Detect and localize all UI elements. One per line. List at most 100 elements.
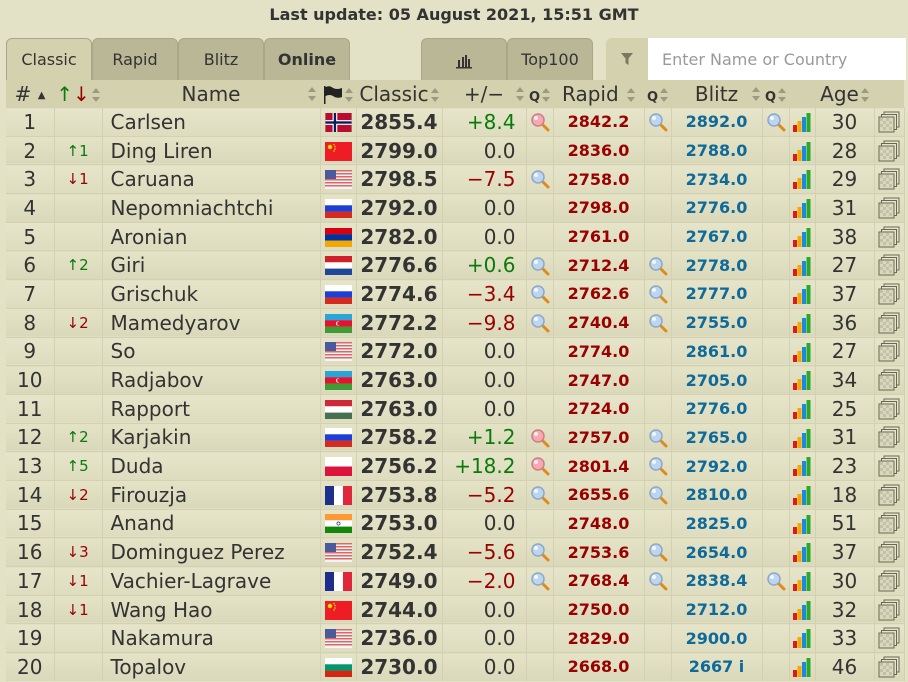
classic-games-cell[interactable] xyxy=(526,250,554,280)
player-name-link[interactable]: Rapport xyxy=(111,397,190,421)
magnifier-icon[interactable] xyxy=(648,428,668,448)
player-name[interactable]: Duda xyxy=(102,451,321,481)
chessboard-icon[interactable] xyxy=(878,455,900,477)
rating-chart-icon[interactable] xyxy=(792,169,812,190)
rating-chart-icon[interactable] xyxy=(792,628,812,649)
magnifier-icon[interactable] xyxy=(530,571,550,591)
rating-chart-icon[interactable] xyxy=(792,141,812,161)
table-row[interactable]: 8 ↓2 Mamedyarov 2772.2 −9.8 2740.4 2755.0 36 xyxy=(6,307,905,337)
rapid-header[interactable]: Rapid xyxy=(553,80,644,108)
name-header[interactable]: Name xyxy=(102,80,320,108)
chessboard-icon[interactable] xyxy=(878,484,900,506)
player-name[interactable]: Mamedyarov xyxy=(102,307,321,337)
player-name-link[interactable]: Topalov xyxy=(111,655,187,679)
player-name-link[interactable]: Duda xyxy=(111,454,164,478)
rapid-games-cell[interactable] xyxy=(644,307,672,337)
stats-cell[interactable] xyxy=(789,193,816,223)
player-name[interactable]: Topalov xyxy=(102,652,321,681)
chessboard-icon[interactable] xyxy=(878,197,900,219)
player-name-link[interactable]: Vachier-Lagrave xyxy=(111,569,272,593)
player-name-link[interactable]: Dominguez Perez xyxy=(111,540,285,564)
tab-classic[interactable]: Classic xyxy=(6,38,92,80)
stats-cell[interactable] xyxy=(789,107,816,137)
table-row[interactable]: 1 Carlsen 2855.4 +8.4 2842.2 2892.0 30 xyxy=(6,107,905,137)
player-name-link[interactable]: Anand xyxy=(111,511,175,535)
magnifier-icon[interactable] xyxy=(766,112,786,132)
player-name[interactable]: Wang Hao xyxy=(102,594,321,624)
table-row[interactable]: 6 ↑2 Giri 2776.6 +0.6 2712.4 2778.0 27 xyxy=(6,250,905,280)
classic-games-header[interactable]: Q xyxy=(526,80,553,108)
classic-header[interactable]: Classic xyxy=(356,80,442,108)
player-name-link[interactable]: Karjakin xyxy=(111,425,192,449)
rapid-games-cell[interactable] xyxy=(644,107,672,137)
stats-cell[interactable] xyxy=(789,164,816,194)
table-row[interactable]: 17 ↓1 Vachier-Lagrave 2749.0 −2.0 2768.4 2838.… xyxy=(6,566,905,596)
player-name[interactable]: Firouzja xyxy=(102,479,321,510)
magnifier-icon[interactable] xyxy=(530,256,550,276)
classic-games-cell[interactable] xyxy=(526,422,554,452)
classic-games-cell[interactable] xyxy=(526,566,554,596)
rating-chart-icon[interactable] xyxy=(792,428,812,448)
player-name[interactable]: Rapport xyxy=(102,393,321,424)
player-name-link[interactable]: Carlsen xyxy=(111,110,186,134)
chessboard-icon[interactable] xyxy=(878,512,900,534)
classic-games-cell[interactable] xyxy=(526,451,554,481)
magnifier-icon[interactable] xyxy=(648,456,668,476)
player-name[interactable]: Aronian xyxy=(102,221,321,251)
games-cell[interactable] xyxy=(874,537,905,567)
magnifier-icon[interactable] xyxy=(648,112,668,132)
games-cell[interactable] xyxy=(874,566,905,596)
rating-chart-icon[interactable] xyxy=(792,571,812,592)
magnifier-icon[interactable] xyxy=(648,256,668,276)
stats-cell[interactable] xyxy=(789,451,816,481)
rating-chart-icon[interactable] xyxy=(792,399,812,419)
games-cell[interactable] xyxy=(874,164,905,194)
filter-button[interactable] xyxy=(606,38,648,80)
games-cell[interactable] xyxy=(874,107,905,137)
rating-chart-icon[interactable] xyxy=(792,227,812,247)
player-name[interactable]: Karjakin xyxy=(102,422,321,452)
rating-chart-icon[interactable] xyxy=(792,657,812,678)
rating-chart-icon[interactable] xyxy=(792,542,812,563)
rating-chart-icon[interactable] xyxy=(792,198,812,219)
search-input[interactable] xyxy=(648,38,906,80)
blitz-games-header[interactable]: Q xyxy=(762,80,789,108)
player-name[interactable]: Vachier-Lagrave xyxy=(102,566,321,596)
table-row[interactable]: 14 ↓2 Firouzja 2753.8 −5.2 2655.6 2810.0 18 xyxy=(6,479,905,510)
chessboard-icon[interactable] xyxy=(878,369,900,391)
rapid-games-cell[interactable] xyxy=(644,451,672,481)
blitz-games-cell[interactable] xyxy=(762,566,790,596)
chessboard-icon[interactable] xyxy=(878,599,900,621)
rapid-games-header[interactable]: Q xyxy=(644,80,671,108)
rapid-games-cell[interactable] xyxy=(644,250,672,280)
stats-cell[interactable] xyxy=(789,537,816,567)
magnifier-icon[interactable] xyxy=(648,571,668,591)
player-name[interactable]: Anand xyxy=(102,508,321,538)
player-name[interactable]: Grischuk xyxy=(102,279,321,309)
classic-games-cell[interactable] xyxy=(526,164,554,194)
chessboard-icon[interactable] xyxy=(878,111,900,133)
stats-cell[interactable] xyxy=(789,307,816,337)
stats-cell[interactable] xyxy=(789,594,816,624)
chessboard-icon[interactable] xyxy=(878,254,900,276)
magnifier-icon[interactable] xyxy=(530,428,550,448)
magnifier-icon[interactable] xyxy=(530,284,550,304)
chessboard-icon[interactable] xyxy=(878,426,900,448)
table-row[interactable]: 4 Nepomniachtchi 2792.0 0.0 2798.0 2776.0 31 xyxy=(6,193,905,223)
rating-chart-icon[interactable] xyxy=(792,313,812,333)
stats-cell[interactable] xyxy=(789,393,816,424)
games-cell[interactable] xyxy=(874,508,905,538)
player-name[interactable]: Nakamura xyxy=(102,623,321,653)
games-cell[interactable] xyxy=(874,135,905,165)
stats-cell[interactable] xyxy=(789,279,816,309)
change-header[interactable]: ↑↓ xyxy=(54,80,102,108)
tab-rapid[interactable]: Rapid xyxy=(92,38,178,80)
classic-games-cell[interactable] xyxy=(526,479,554,510)
magnifier-icon[interactable] xyxy=(530,485,550,505)
tab-blitz[interactable]: Blitz xyxy=(178,38,264,80)
chessboard-icon[interactable] xyxy=(878,140,900,162)
games-cell[interactable] xyxy=(874,193,905,223)
table-row[interactable]: 10 Radjabov 2763.0 0.0 2747.0 2705.0 34 xyxy=(6,365,905,395)
magnifier-icon[interactable] xyxy=(648,313,668,333)
table-row[interactable]: 13 ↑5 Duda 2756.2 +18.2 2801.4 2792.0 23 xyxy=(6,451,905,481)
